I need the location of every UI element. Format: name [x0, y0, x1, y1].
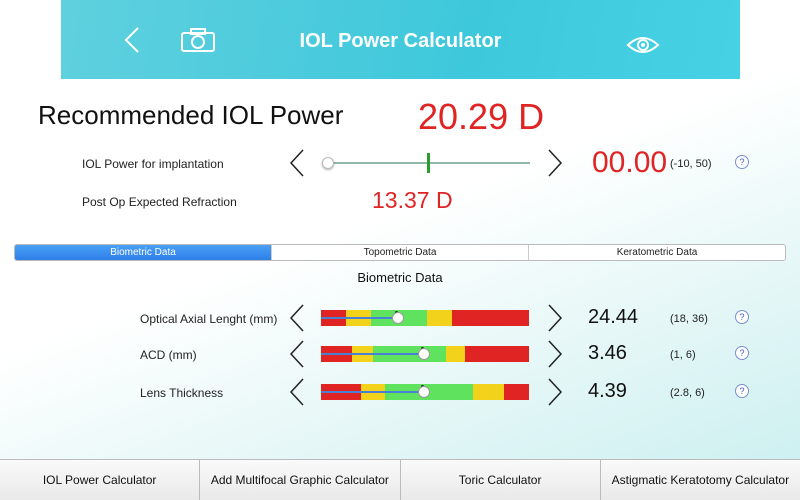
scale-knob[interactable]	[392, 312, 404, 324]
lens-thickness-scale[interactable]	[321, 384, 529, 400]
recommended-marker	[427, 153, 430, 173]
refraction-value: 13.37 D	[372, 187, 453, 213]
lens-thickness-help-icon[interactable]: ?	[735, 384, 749, 398]
acd-decrease-chevron-left-icon[interactable]	[288, 339, 306, 369]
acd-scale[interactable]	[321, 346, 529, 362]
implantation-value: 00.00	[592, 146, 668, 179]
implantation-slider[interactable]	[322, 153, 532, 173]
refraction-label: Post Op Expected Refraction	[82, 195, 237, 209]
implantation-decrease-chevron-left-icon[interactable]	[288, 148, 306, 178]
data-tabs: Biometric Data Topometric Data Keratomet…	[14, 244, 786, 261]
scale-value-line	[321, 317, 398, 319]
section-title: Biometric Data	[357, 270, 443, 285]
scale-value-line	[321, 353, 421, 355]
lens-thickness-decrease-chevron-left-icon[interactable]	[288, 377, 306, 407]
scale-knob[interactable]	[418, 386, 430, 398]
astigmatic-keratotomy-calculator-button[interactable]: Astigmatic Keratotomy Calculator	[599, 460, 800, 500]
acd-value: 3.46	[588, 342, 627, 364]
acd-increase-chevron-right-icon[interactable]	[546, 339, 564, 369]
axial-length-range: (18, 36)	[670, 313, 708, 325]
implantation-label: IOL Power for implantation	[82, 157, 224, 171]
multifocal-calculator-button[interactable]: Add Multifocal Graphic Calculator	[199, 460, 399, 500]
back-icon[interactable]	[122, 26, 142, 54]
scale-knob[interactable]	[418, 348, 430, 360]
acd-label: ACD (mm)	[140, 348, 197, 362]
tab-keratometric-data[interactable]: Keratometric Data	[528, 245, 785, 260]
acd-help-icon[interactable]: ?	[735, 346, 749, 360]
slider-thumb[interactable]	[322, 157, 334, 169]
bottom-toolbar: IOL Power Calculator Add Multifocal Grap…	[0, 459, 800, 500]
tab-biometric-data[interactable]: Biometric Data	[15, 245, 271, 260]
lens-thickness-label: Lens Thickness	[140, 386, 224, 400]
lens-thickness-value: 4.39	[588, 380, 627, 402]
axial-length-help-icon[interactable]: ?	[735, 310, 749, 324]
axial-length-scale[interactable]	[321, 310, 529, 326]
lens-thickness-increase-chevron-right-icon[interactable]	[546, 377, 564, 407]
toric-calculator-button[interactable]: Toric Calculator	[399, 460, 600, 500]
camera-icon[interactable]	[180, 27, 216, 53]
acd-range: (1, 6)	[670, 349, 696, 361]
implantation-range: (-10, 50)	[670, 158, 712, 170]
tab-topometric-data[interactable]: Topometric Data	[271, 245, 528, 260]
lens-thickness-range: (2.8, 6)	[670, 387, 705, 399]
implantation-help-icon[interactable]: ?	[735, 155, 749, 169]
eye-icon[interactable]	[626, 35, 660, 55]
axial-length-value: 24.44	[588, 306, 639, 328]
iol-power-calculator-button[interactable]: IOL Power Calculator	[0, 460, 199, 500]
recommended-value: 20.29 D	[418, 96, 545, 137]
scale-value-line	[321, 391, 421, 393]
axial-length-label: Optical Axial Lenght (mm)	[140, 312, 278, 326]
axial-length-increase-chevron-right-icon[interactable]	[546, 303, 564, 333]
implantation-increase-chevron-right-icon[interactable]	[546, 148, 564, 178]
axial-length-decrease-chevron-left-icon[interactable]	[288, 303, 306, 333]
recommended-label: Recommended IOL Power	[38, 100, 344, 130]
